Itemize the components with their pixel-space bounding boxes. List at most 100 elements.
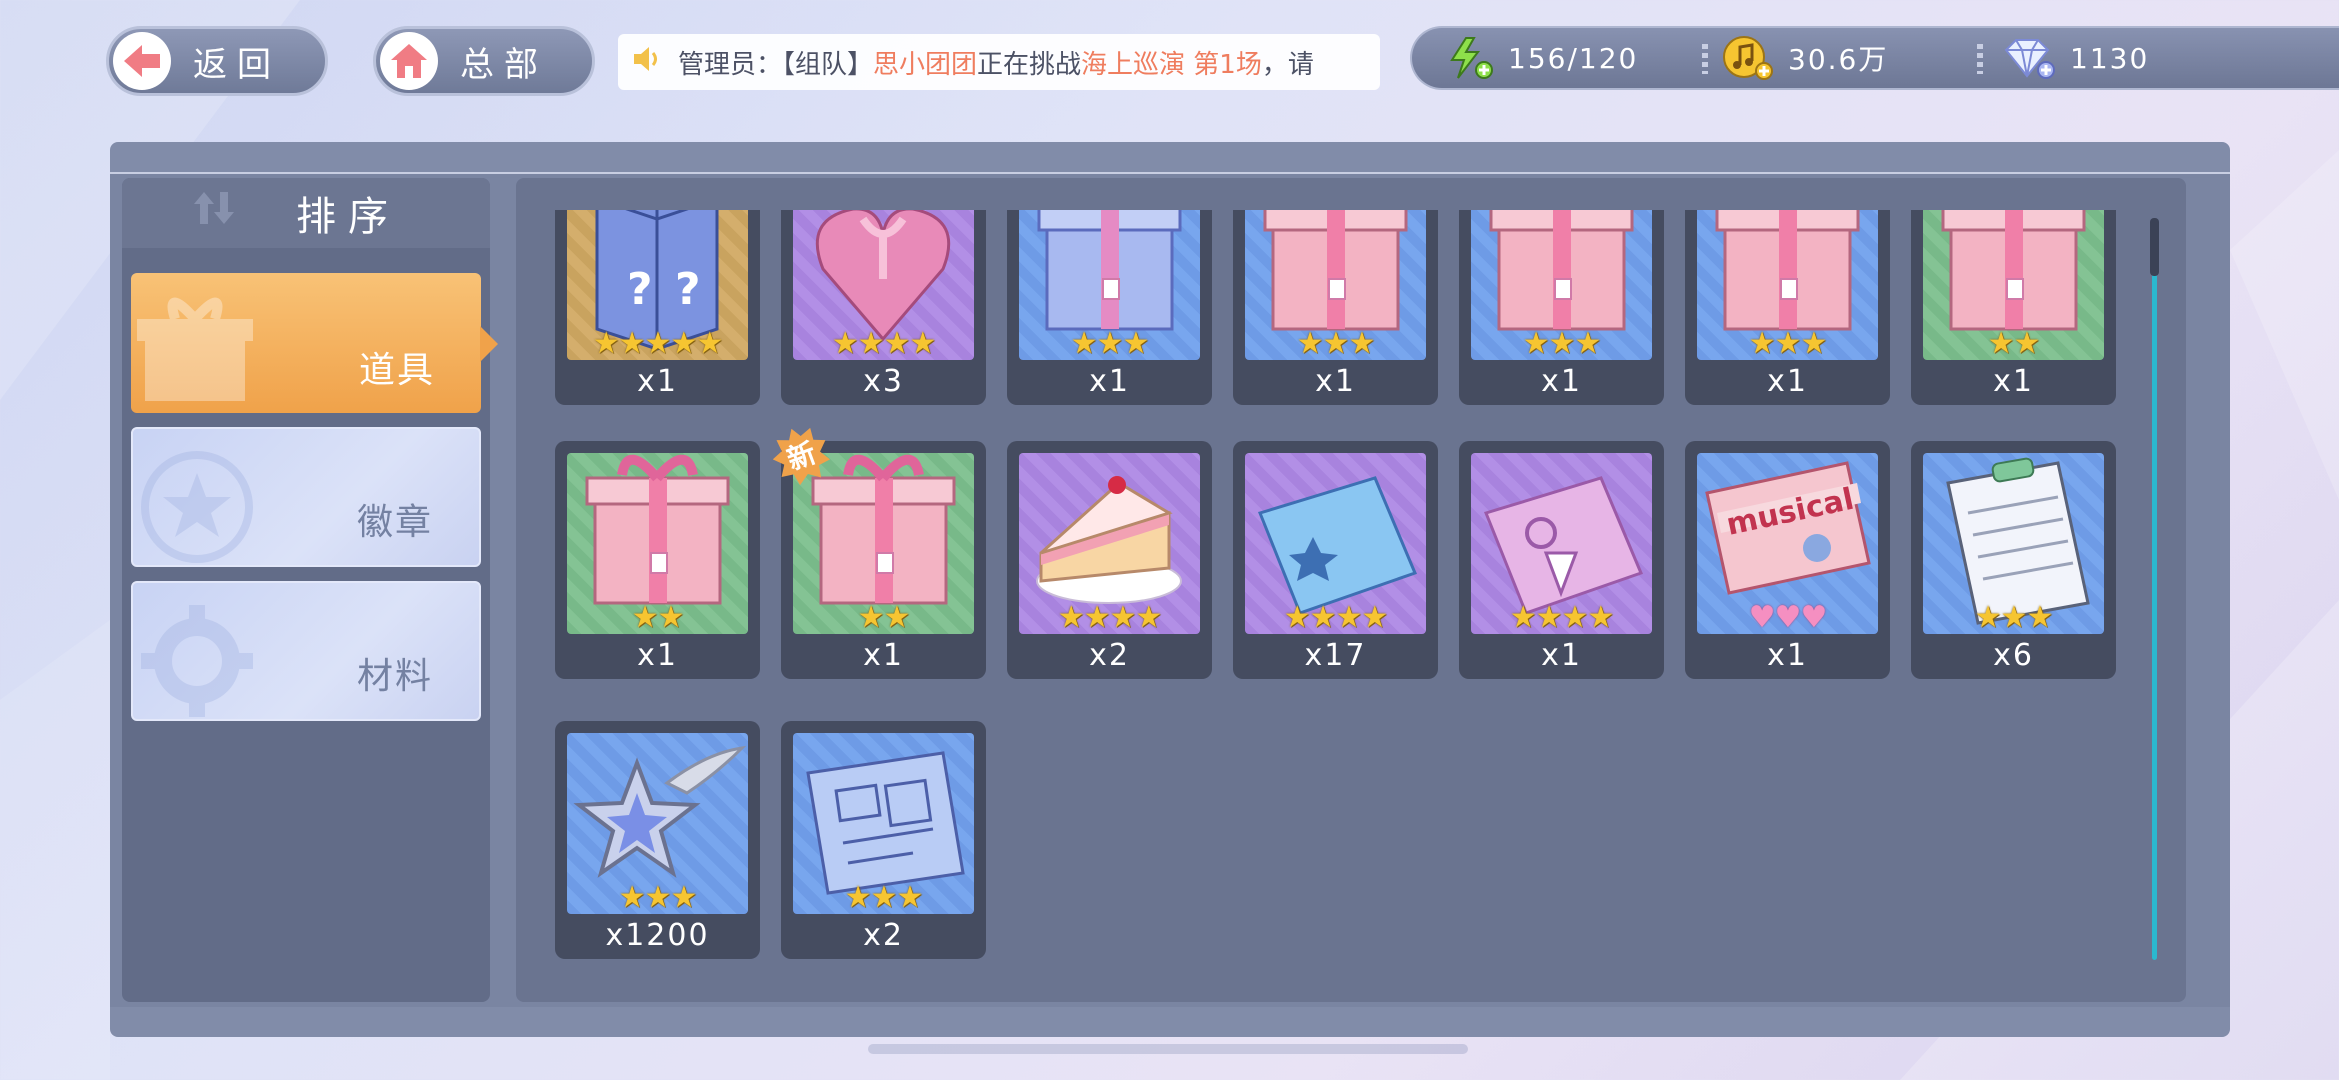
active-tab-pointer <box>480 326 498 362</box>
category-tab-materials[interactable]: 材料 <box>131 581 481 721</box>
category-tab-badges[interactable]: 徽章 <box>131 427 481 567</box>
notice-event: 海上巡演 第1场 <box>1081 49 1262 80</box>
item-quantity: x1 <box>1315 364 1356 399</box>
diamond-resource[interactable]: 1130 <box>2002 28 2149 88</box>
star-rating: ★★ <box>631 600 685 634</box>
star-rating: ★★★ <box>1974 600 2054 634</box>
inventory-item-slot[interactable]: ★★★ x1 <box>1233 210 1438 405</box>
divider <box>1977 44 1983 74</box>
item-quantity: x1200 <box>605 918 710 953</box>
speaker-icon <box>632 45 662 80</box>
star-rating: ★★★ <box>1522 326 1602 360</box>
cake-icon: ★★★★ <box>1019 453 1200 634</box>
item-quantity: x1 <box>1541 638 1582 673</box>
item-quantity: x1 <box>637 638 678 673</box>
star-rating: ★★★ <box>1296 326 1376 360</box>
star-rating: ★★★★★ <box>592 326 723 360</box>
category-label: 徽章 <box>356 502 433 543</box>
diamond-icon <box>2004 39 2055 79</box>
star-rating: ★★ <box>1987 326 2041 360</box>
pink-gift-icon: ★★ <box>1923 210 2104 360</box>
item-grid: ?? ★★★★★ x1 ★★★★ x3 ★★★ x1 ★★★ x1 ★★★ x1 ★★★ x1 ★★ x1 ★… <box>516 210 2136 990</box>
blue-card-icon: ★★★★ <box>1245 453 1426 634</box>
energy-value: 156/120 <box>1508 41 1639 75</box>
music-coin-icon <box>1723 36 1773 80</box>
item-quantity: x1 <box>1767 364 1808 399</box>
item-quantity: x1 <box>637 364 678 399</box>
star-rating: ★★★ <box>844 880 924 914</box>
item-quantity: x1 <box>1541 364 1582 399</box>
inventory-item-slot[interactable]: ★★★ x1 <box>1007 210 1212 405</box>
musical-ticket-icon: musical ♥♥♥ <box>1697 453 1878 634</box>
inventory-item-slot[interactable]: ★★★★ x2 <box>1007 441 1212 679</box>
headquarters-button[interactable]: 总部 <box>373 26 595 96</box>
energy-icon <box>1450 37 1493 79</box>
inventory-item-slot[interactable]: ★★★ x6 <box>1911 441 2116 679</box>
item-quantity: x2 <box>863 918 904 953</box>
star-rating: ★★★★ <box>1057 600 1163 634</box>
scrollbar-track[interactable] <box>2152 222 2157 960</box>
star-rating: ★★ <box>857 600 911 634</box>
pink-gift-icon: ★★★ <box>1697 210 1878 360</box>
gift-icon <box>137 297 253 401</box>
back-label: 返回 <box>193 44 281 85</box>
item-grid-viewport: ?? ★★★★★ x1 ★★★★ x3 ★★★ x1 ★★★ x1 ★★★ x1 ★★★ x1 ★★ x1 ★… <box>516 210 2136 990</box>
star-rating: ★★★ <box>618 880 698 914</box>
sort-icon <box>192 188 236 238</box>
pink-gift-icon: ★★★ <box>1245 210 1426 360</box>
star-rating: ★★★★ <box>1283 600 1389 634</box>
inventory-item-slot[interactable]: ★★★ x2 <box>781 721 986 959</box>
item-quantity: x6 <box>1993 638 2034 673</box>
mystery-box-icon: ?? ★★★★★ <box>567 210 748 360</box>
item-quantity: x17 <box>1304 638 1367 673</box>
item-quantity: x2 <box>1089 638 1130 673</box>
inventory-item-slot[interactable]: ★★★ x1 <box>1685 210 1890 405</box>
star-rating: ★★★ <box>1748 326 1828 360</box>
announcement-ticker: 管理员：【组队】 思小团团 正在挑战 海上巡演 第1场 ，请 <box>618 34 1380 90</box>
divider <box>1702 44 1708 74</box>
inventory-item-slot[interactable]: ?? ★★★★★ x1 <box>555 210 760 405</box>
svg-text:?: ? <box>675 264 701 315</box>
item-quantity: x1 <box>1089 364 1130 399</box>
inventory-item-slot[interactable]: ★★★★ x17 <box>1233 441 1438 679</box>
item-quantity: x1 <box>1767 638 1808 673</box>
pink-gift-icon: ★★★ <box>1471 210 1652 360</box>
category-label: 材料 <box>356 656 433 697</box>
inventory-item-slot[interactable]: ★★★★ x3 <box>781 210 986 405</box>
back-arrow-icon <box>113 32 171 90</box>
headquarters-label: 总部 <box>460 44 548 85</box>
pink-gift-icon: ★★ <box>793 453 974 634</box>
inventory-item-slot[interactable]: ★★★ x1200 <box>555 721 760 959</box>
inventory-item-slot[interactable]: ★★ x1 <box>1911 210 2116 405</box>
notice-prefix: 管理员：【组队】 <box>678 49 874 80</box>
inventory-item-slot[interactable]: ★★ x1 <box>555 441 760 679</box>
notice-mid: 正在挑战 <box>977 49 1082 80</box>
category-tab-items[interactable]: 道具 <box>131 273 481 413</box>
energy-resource[interactable]: 156/120 <box>1446 28 1638 88</box>
star-rating: ★★★★ <box>1509 600 1615 634</box>
clipboard-icon: ★★★ <box>1923 453 2104 634</box>
star-rating: ★★★ <box>1070 326 1150 360</box>
notice-suffix: ，请 <box>1261 49 1314 80</box>
badge-icon <box>141 451 253 563</box>
item-quantity: x3 <box>863 364 904 399</box>
inventory-item-slot[interactable]: ★★★★ x1 <box>1459 441 1664 679</box>
pink-gift-icon: ★★ <box>567 453 748 634</box>
resource-bar: 156/120 30.6万 1130 <box>1410 26 2339 90</box>
scrollbar-thumb[interactable] <box>2150 218 2159 276</box>
coin-value: 30.6万 <box>1788 43 1889 76</box>
back-button[interactable]: 返回 <box>106 26 328 96</box>
purple-card-icon: ★★★★ <box>1471 453 1652 634</box>
category-label: 道具 <box>358 350 435 391</box>
notice-team: 思小团团 <box>873 49 978 80</box>
coin-resource[interactable]: 30.6万 <box>1722 28 1888 88</box>
inventory-item-slot[interactable]: musical ♥♥♥ x1 <box>1685 441 1890 679</box>
inventory-item-slot[interactable]: ★★★ x1 <box>1459 210 1664 405</box>
item-quantity: x1 <box>1993 364 2034 399</box>
inventory-item-slot[interactable]: ★★ x1 新 <box>781 441 986 679</box>
diamond-value: 1130 <box>2070 41 2150 75</box>
gear-icon <box>141 605 253 717</box>
sort-label: 排序 <box>296 194 400 240</box>
home-indicator <box>868 1044 1468 1054</box>
sort-button[interactable]: 排序 <box>122 178 490 248</box>
